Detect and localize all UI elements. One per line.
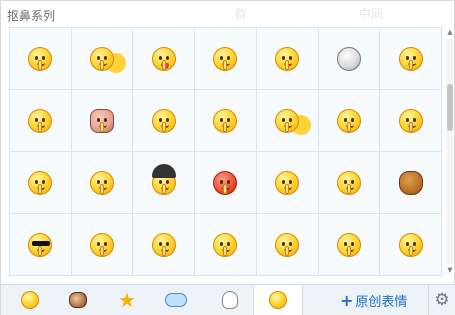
- pick-nose-bone-icon: [151, 232, 176, 257]
- emoji-cell[interactable]: [132, 151, 196, 214]
- emoji-cell[interactable]: [255, 151, 319, 214]
- pick-nose-bow-icon: [398, 232, 423, 257]
- settings-button[interactable]: ⚙: [428, 285, 455, 315]
- tab-rabbit[interactable]: [205, 285, 255, 315]
- emoji-grid: [9, 27, 442, 276]
- panel-title: 抠鼻系列: [7, 9, 56, 23]
- pick-nose-angry-icon: [398, 108, 423, 133]
- create-original-emoji-label: 原创表情: [355, 295, 408, 310]
- emoji-cell[interactable]: [317, 27, 381, 90]
- emoji-cell[interactable]: [9, 151, 72, 214]
- pick-nose-sweat-icon: [213, 46, 238, 71]
- faded-hint-1: 群: [235, 7, 248, 21]
- emoji-cell[interactable]: [70, 213, 134, 276]
- pick-nose-scared-icon: [213, 232, 238, 257]
- tab-favorites[interactable]: ★: [102, 285, 152, 315]
- tab-monkey[interactable]: [53, 285, 103, 315]
- pick-nose-cry-icon: [275, 170, 300, 195]
- emoji-row: [9, 213, 442, 276]
- emoji-cell[interactable]: [70, 27, 134, 90]
- pick-nose-pair-icon: [90, 46, 115, 71]
- emoji-cell[interactable]: [317, 213, 381, 276]
- emoji-row: [9, 151, 442, 214]
- emoji-cell[interactable]: [194, 27, 257, 90]
- emoji-cell[interactable]: [255, 27, 319, 90]
- faded-hint-2: 中间: [359, 7, 384, 21]
- emoji-cell[interactable]: [379, 213, 442, 276]
- pick-nose-duo-icon: [275, 108, 300, 133]
- pick-nose-pig-icon: [90, 108, 115, 133]
- emoji-cell[interactable]: [379, 89, 442, 152]
- bubble-icon: [165, 293, 187, 307]
- pick-nose-hands-icon: [90, 170, 115, 195]
- pick-nose-love-icon: [336, 108, 361, 133]
- emoji-cell[interactable]: [132, 213, 196, 276]
- pick-nose-wink-icon: [28, 108, 53, 133]
- emoji-cell[interactable]: [9, 89, 72, 152]
- tab-bubble[interactable]: [151, 285, 201, 315]
- create-original-emoji-button[interactable]: + 原创表情: [340, 285, 407, 315]
- tab-pick-nose[interactable]: [253, 285, 303, 315]
- star-icon: ★: [118, 288, 136, 312]
- plus-icon: +: [340, 291, 354, 310]
- pick-nose-cover-icon: [275, 46, 300, 71]
- pick-nose-icon: [269, 291, 287, 309]
- scrollbar-thumb[interactable]: [447, 84, 453, 131]
- rabbit-icon: [222, 291, 238, 309]
- emoji-cell[interactable]: [255, 89, 319, 152]
- pick-nose-skull-icon: [336, 46, 361, 71]
- pick-nose-book-icon: [213, 108, 238, 133]
- emoji-cell[interactable]: [379, 27, 442, 90]
- emoji-cell[interactable]: [194, 213, 257, 276]
- smiley-icon: [21, 291, 39, 309]
- pick-nose-cool-icon: [28, 232, 53, 257]
- pick-nose-silly-icon: [336, 232, 361, 257]
- emoji-cell[interactable]: [70, 151, 134, 214]
- pick-nose-surprised-icon: [398, 46, 423, 71]
- pick-nose-shock-icon: [28, 170, 53, 195]
- pick-nose-hat-icon: [151, 163, 176, 195]
- emoji-cell[interactable]: [9, 27, 72, 90]
- pick-nose-heart-icon: [336, 170, 361, 195]
- pick-nose-red-icon: [213, 170, 238, 195]
- emoji-row: [9, 27, 442, 90]
- pick-nose-kiss-icon: [275, 232, 300, 257]
- emoji-cell[interactable]: [194, 89, 257, 152]
- emoji-row: [9, 89, 442, 152]
- pick-nose-poop-icon: [398, 170, 423, 195]
- emoji-cell[interactable]: [194, 151, 257, 214]
- emoji-cell[interactable]: [317, 89, 381, 152]
- pick-nose-look-icon: [151, 108, 176, 133]
- emoji-cell[interactable]: [70, 89, 134, 152]
- emoji-cell[interactable]: [317, 151, 381, 214]
- pick-nose-smile-icon: [90, 232, 115, 257]
- emoji-cell[interactable]: [132, 89, 196, 152]
- monkey-icon: [69, 292, 87, 308]
- scrollbar-track[interactable]: [447, 39, 453, 264]
- scroll-up-arrow-icon[interactable]: ▲: [446, 27, 454, 37]
- emoji-cell[interactable]: [132, 27, 196, 90]
- pick-nose-icon: [28, 46, 53, 71]
- scrollbar[interactable]: ▲ ▼: [445, 27, 455, 276]
- emoji-panel: 抠鼻系列 群 中间 ▲ ▼ ★ + 原创表情 ⚙: [0, 0, 455, 315]
- emoji-tab-bar: ★ + 原创表情 ⚙: [1, 284, 455, 315]
- tab-classic-emoji[interactable]: [5, 285, 55, 315]
- emoji-cell[interactable]: [255, 213, 319, 276]
- scroll-down-arrow-icon[interactable]: ▼: [446, 265, 454, 275]
- emoji-cell[interactable]: [379, 151, 442, 214]
- pick-nose-tongue-icon: [151, 46, 176, 71]
- emoji-cell[interactable]: [9, 213, 72, 276]
- gear-icon: ⚙: [434, 290, 450, 310]
